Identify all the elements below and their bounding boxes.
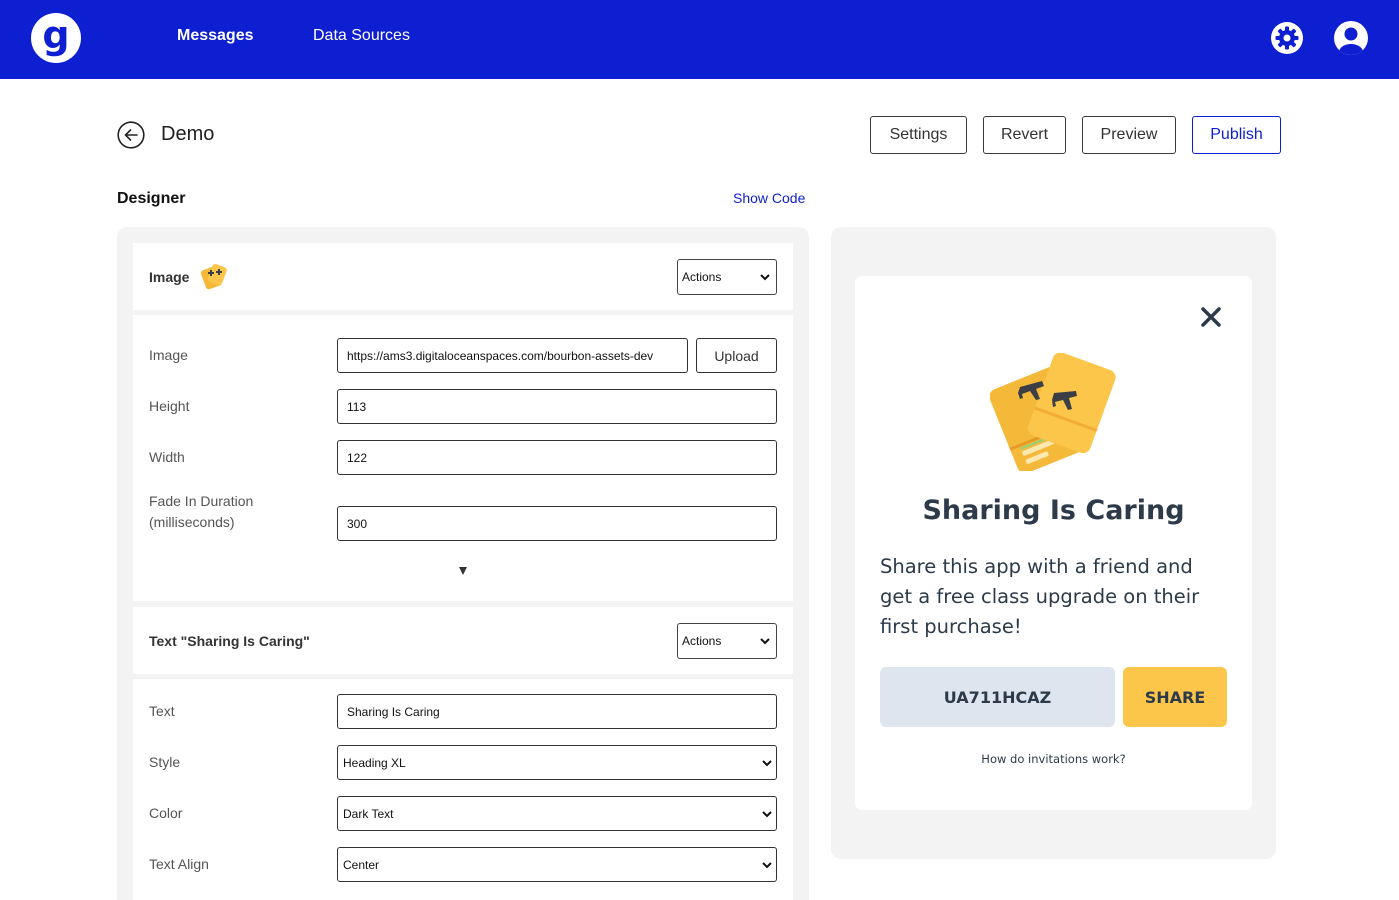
image-url-input[interactable]: https://ams3.digitaloceanspaces.com/bour… — [337, 338, 688, 373]
text-block-fields: Text Sharing Is Caring Style Heading XL … — [133, 679, 793, 900]
logo[interactable]: g — [31, 13, 81, 63]
image-block-title: Image — [149, 269, 190, 285]
preview-body: Share this app with a friend and get a f… — [880, 555, 1200, 638]
how-invitations-link[interactable]: How do invitations work? — [855, 752, 1252, 766]
fade-duration-input[interactable]: 300 — [337, 506, 777, 541]
chevron-down-icon — [762, 862, 772, 869]
nav-data-sources[interactable]: Data Sources — [313, 27, 410, 45]
gear-icon[interactable] — [1271, 22, 1303, 54]
style-select[interactable]: Heading XL — [337, 745, 777, 780]
preview-button[interactable]: Preview — [1082, 116, 1176, 154]
chevron-down-icon — [760, 274, 770, 281]
settings-button[interactable]: Settings — [870, 116, 967, 154]
plane-tickets-image — [990, 353, 1116, 471]
color-label: Color — [149, 805, 183, 821]
expand-toggle-icon[interactable] — [459, 567, 467, 575]
image-block-fields: Image https://ams3.digitaloceanspaces.co… — [133, 315, 793, 601]
publish-button[interactable]: Publish — [1192, 116, 1281, 154]
invite-code-box[interactable]: UA711HCAZ — [880, 667, 1115, 727]
user-avatar-icon[interactable] — [1334, 21, 1368, 55]
ticket-thumbnail-icon — [200, 263, 227, 290]
color-select[interactable]: Dark Text — [337, 796, 777, 831]
top-nav: g Messages Data Sources — [0, 0, 1399, 79]
image-url-label: Image — [149, 347, 188, 363]
text-align-select[interactable]: Center — [337, 847, 777, 882]
text-label: Text — [149, 703, 175, 719]
designer-panel: Image Actions Image https://ams3.digital… — [117, 227, 809, 900]
designer-heading: Designer — [117, 190, 186, 207]
width-label: Width — [149, 449, 185, 465]
nav-messages[interactable]: Messages — [177, 27, 254, 45]
width-input[interactable]: 122 — [337, 440, 777, 475]
text-block-header: Text "Sharing Is Caring" Actions — [133, 607, 793, 674]
style-label: Style — [149, 754, 181, 770]
preview-modal: Sharing Is Caring Share this app with a … — [855, 276, 1252, 810]
revert-button[interactable]: Revert — [983, 116, 1066, 154]
fade-duration-label: Fade In Duration (milliseconds) — [149, 493, 254, 530]
preview-title: Sharing Is Caring — [922, 495, 1185, 526]
text-block-title: Text "Sharing Is Caring" — [149, 633, 310, 649]
image-block-header: Image Actions — [133, 243, 793, 310]
upload-button[interactable]: Upload — [696, 338, 777, 373]
text-align-label: Text Align — [149, 856, 209, 872]
chevron-down-icon — [762, 760, 772, 767]
close-icon[interactable] — [1199, 305, 1223, 329]
show-code-link[interactable]: Show Code — [733, 190, 805, 206]
chevron-down-icon — [760, 638, 770, 645]
page-title: Demo — [161, 123, 215, 145]
text-actions-select[interactable]: Actions — [677, 623, 777, 659]
back-arrow-icon[interactable] — [117, 121, 145, 149]
text-input[interactable]: Sharing Is Caring — [337, 694, 777, 729]
share-button[interactable]: SHARE — [1123, 667, 1227, 727]
image-actions-select[interactable]: Actions — [677, 259, 777, 295]
height-input[interactable]: 113 — [337, 389, 777, 424]
height-label: Height — [149, 398, 190, 414]
chevron-down-icon — [762, 811, 772, 818]
